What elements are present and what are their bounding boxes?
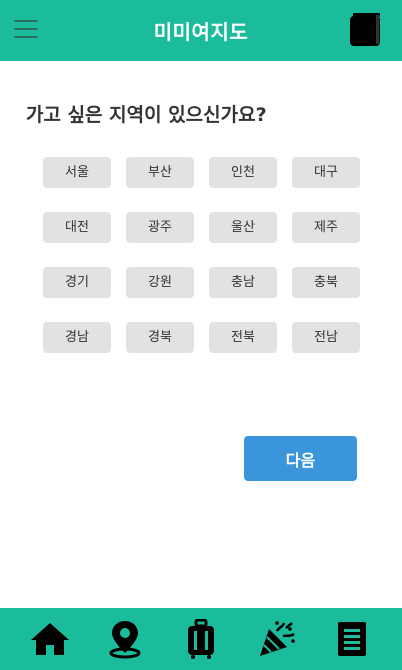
region-chip-chungbuk[interactable]: 충북 (292, 267, 360, 298)
app-root: 미미여지도 가고 싶은 지역이 있으신가요? 서울 부산 인천 대구 대전 광주… (0, 0, 402, 670)
region-chip-gyeongbuk[interactable]: 경북 (126, 322, 194, 353)
region-chip-gwangju[interactable]: 광주 (126, 212, 194, 243)
region-chip-gyeonggi[interactable]: 경기 (43, 267, 111, 298)
region-chip-chungnam[interactable]: 충남 (209, 267, 277, 298)
region-grid: 서울 부산 인천 대구 대전 광주 울산 제주 경기 강원 충남 충북 경남 경… (43, 157, 360, 353)
region-chip-jeonnam[interactable]: 전남 (292, 322, 360, 353)
region-chip-seoul[interactable]: 서울 (43, 157, 111, 188)
region-chip-jeju[interactable]: 제주 (292, 212, 360, 243)
party-popper-icon[interactable] (255, 617, 299, 661)
document-list-icon[interactable] (330, 617, 374, 661)
region-chip-daejeon[interactable]: 대전 (43, 212, 111, 243)
app-title: 미미여지도 (153, 20, 249, 44)
book-icon[interactable] (348, 12, 382, 48)
map-pin-icon[interactable] (103, 617, 147, 661)
suitcase-icon[interactable] (179, 617, 223, 661)
question-heading: 가고 싶은 지역이 있으신가요? (26, 104, 267, 126)
region-chip-incheon[interactable]: 인천 (209, 157, 277, 188)
next-button[interactable]: 다음 (244, 436, 357, 481)
region-chip-daegu[interactable]: 대구 (292, 157, 360, 188)
home-icon[interactable] (28, 617, 72, 661)
region-chip-gyeongnam[interactable]: 경남 (43, 322, 111, 353)
region-chip-gangwon[interactable]: 강원 (126, 267, 194, 298)
region-chip-busan[interactable]: 부산 (126, 157, 194, 188)
region-chip-jeonbuk[interactable]: 전북 (209, 322, 277, 353)
region-chip-ulsan[interactable]: 울산 (209, 212, 277, 243)
hamburger-menu-icon[interactable] (14, 18, 38, 40)
top-header: 미미여지도 (0, 0, 402, 61)
bottom-nav (0, 608, 402, 670)
